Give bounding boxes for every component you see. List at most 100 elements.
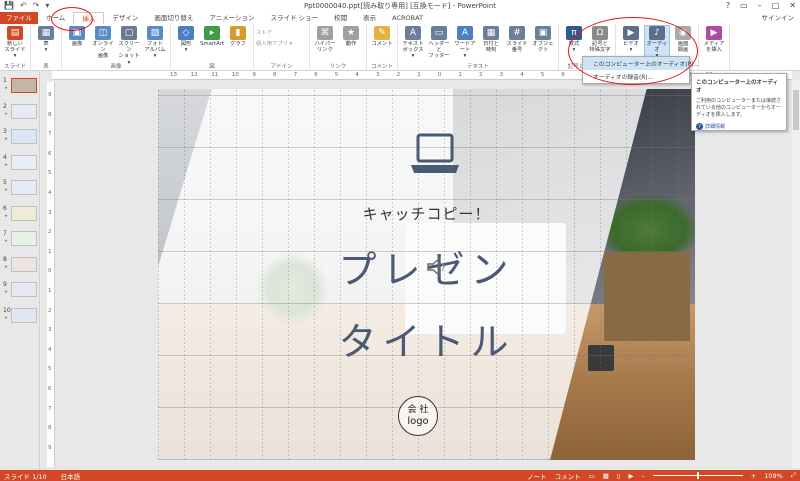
slide-thumbnail-8[interactable] — [11, 256, 37, 272]
slide-thumbnail-3[interactable] — [11, 129, 37, 144]
tab-8[interactable]: 表示 — [355, 12, 384, 24]
tab-6[interactable]: スライド ショー — [263, 12, 327, 24]
ribbon-group-1: ▦ 表 ▾ 表 — [31, 24, 62, 71]
fit-slide-icon[interactable]: ⤢ — [791, 471, 796, 480]
reading-view-icon[interactable]: ▯ — [617, 472, 621, 480]
insert-media-button[interactable]: ▶ メディア を挿入 — [702, 26, 726, 53]
audio-button[interactable]: ♪オーディオ ▾ — [644, 25, 670, 61]
signin-link[interactable]: サインイン — [762, 12, 795, 24]
zoom-level[interactable]: 109% — [764, 472, 783, 480]
close-icon[interactable]: ✕ — [789, 0, 796, 12]
addin-item-0[interactable]: ストア — [256, 28, 292, 36]
thumbnail-number: 10 — [3, 306, 11, 314]
tooltip-more-link[interactable]: ? 詳細情報 — [696, 123, 782, 130]
undo-icon[interactable]: ↶ — [20, 0, 27, 12]
presentation-title-line2[interactable]: タイトル — [158, 311, 695, 366]
new-slide-button[interactable]: ▤ 新しい スライド ▾ — [3, 26, 27, 60]
addins-list: ストア個人用アプリ ▾ — [256, 26, 292, 47]
company-logo-placeholder[interactable]: 会 社 logo — [398, 396, 438, 436]
online-picture-button[interactable]: ◫ オンライン 画像 — [91, 26, 115, 60]
insert-media-icon: ▶ — [706, 26, 722, 40]
chart-button[interactable]: ▮ グラフ — [226, 26, 250, 47]
shapes-button[interactable]: ◇ 図形 ▾ — [174, 26, 198, 53]
wordart-button[interactable]: A ワードアート ▾ — [453, 26, 477, 60]
transition-star-icon: ★ — [4, 137, 9, 142]
zoom-out-icon[interactable]: – — [642, 472, 645, 480]
tab-5[interactable]: アニメーション — [201, 12, 262, 24]
screenshot-button[interactable]: ▢ スクリーン ショット ▾ — [117, 26, 141, 66]
laptop-icon[interactable] — [410, 133, 460, 175]
table-button[interactable]: ▦ 表 ▾ — [34, 26, 58, 53]
slideshow-icon[interactable]: ▶ — [629, 472, 634, 480]
audio-dropdown-menu: このコンピューター上のオーディオ(P)... オーディオの録音(R)... — [582, 56, 699, 84]
addin-item-1[interactable]: 個人用アプリ ▾ — [256, 39, 292, 47]
scrollbar-thumb[interactable] — [793, 90, 799, 130]
slide-number-icon: # — [509, 26, 525, 40]
photo-album-button[interactable]: ▨ フォト アルバム ▾ — [143, 26, 167, 60]
minimize-icon[interactable]: – — [758, 0, 762, 12]
ribbon-display-icon[interactable]: ▭ — [740, 0, 748, 12]
comment-button[interactable]: ✎ コメント — [370, 26, 394, 47]
slide-number-button[interactable]: # スライド番号 — [505, 26, 529, 53]
tab-0[interactable]: ファイル — [0, 12, 38, 24]
symbol-icon: Ω — [592, 26, 608, 40]
slide-canvas[interactable]: キャッチコピー！ プレゼン タイトル 会 社 logo — [158, 89, 695, 460]
equation-button[interactable]: π 数式 ▾ — [562, 26, 586, 53]
qat-customize-icon[interactable]: ▾ — [45, 0, 49, 12]
slide-thumbnail-1[interactable] — [11, 78, 37, 93]
maximize-icon[interactable]: □ — [772, 0, 780, 12]
save-icon[interactable]: 💾 — [4, 0, 14, 12]
action-button[interactable]: ★ 動作 — [339, 26, 363, 47]
ribbon-button-label: 画面 録画 — [677, 41, 689, 54]
catch-copy-text[interactable]: キャッチコピー！ — [158, 203, 695, 224]
screen-recording-button[interactable]: ◉ 画面 録画 — [671, 26, 695, 53]
slide-thumbnail-4[interactable] — [11, 154, 37, 170]
ruler-tick-label: 7 — [293, 72, 298, 78]
slide-thumbnail-6[interactable] — [11, 205, 37, 221]
zoom-slider[interactable] — [652, 472, 743, 479]
slide-thumbnail-2[interactable] — [11, 103, 37, 119]
redo-icon[interactable]: ↷ — [33, 0, 40, 12]
ruler-tick-label: 6 — [314, 72, 318, 78]
slide-thumbnail-7[interactable] — [11, 231, 37, 246]
help-icon[interactable]: ? — [726, 0, 730, 12]
tab-9[interactable]: ACROBAT — [384, 12, 431, 24]
thumbnail-number: 1 — [3, 77, 7, 84]
tab-7[interactable]: 校閲 — [326, 12, 355, 24]
object-icon: ▣ — [535, 26, 551, 40]
ribbon-group-4: ストア 個人用アプリ ▾ アドイン — [254, 24, 310, 71]
ribbon-tabs: ファイル ホーム 挿入 デザイン 画面切り替え アニメーション スライド ショー 校閲 表示 AC… — [0, 12, 800, 24]
tooltip-more-label: 詳細情報 — [705, 124, 726, 130]
tab-4[interactable]: 画面切り替え — [146, 12, 201, 24]
comments-button[interactable]: コメント — [555, 471, 581, 481]
ruler-tick-label: 1 — [417, 72, 421, 78]
notes-button[interactable]: ノート — [527, 471, 547, 481]
object-button[interactable]: ▣ オブジェクト — [531, 26, 555, 53]
ribbon-group-6: ✎ コメント コメント — [367, 24, 398, 71]
tab-1[interactable]: ホーム — [38, 12, 73, 24]
tab-2[interactable]: 挿入 — [73, 12, 105, 24]
slide-thumbnail-5[interactable] — [11, 180, 37, 195]
video-button[interactable]: ▶ ビデオ ▾ — [619, 26, 643, 53]
ruler-tick-label: 3 — [376, 72, 380, 78]
audio-from-computer-item[interactable]: このコンピューター上のオーディオ(P)... — [583, 57, 699, 70]
normal-view-icon[interactable]: ▭ — [589, 472, 595, 480]
slide-thumbnail-10[interactable] — [11, 307, 37, 323]
tab-3[interactable]: デザイン — [104, 12, 146, 24]
slide-thumbnail-9[interactable] — [11, 282, 37, 297]
picture-button[interactable]: ▣ 画像 — [65, 26, 89, 47]
record-audio-item[interactable]: オーディオの録音(R)... — [583, 70, 689, 83]
slide-sorter-icon[interactable]: ▦ — [603, 472, 609, 480]
ruler-tick-label: 5 — [540, 72, 545, 78]
header-footer-button[interactable]: ▭ ヘッダーと フッター — [427, 26, 451, 60]
language-indicator[interactable]: 日本語 — [61, 471, 81, 481]
smartart-button[interactable]: ▸ SmartArt — [200, 26, 224, 47]
speaker-icon[interactable] — [426, 257, 450, 277]
date-time-button[interactable]: ▦ 日付と 時刻 — [479, 26, 503, 53]
ribbon-group-label: リンク — [329, 64, 347, 70]
symbol-button[interactable]: Ω 記号と 特殊文字 — [588, 26, 612, 53]
vertical-scrollbar[interactable] — [792, 80, 800, 468]
zoom-in-icon[interactable]: + — [751, 472, 756, 480]
textbox-button[interactable]: A テキスト ボックス ▾ — [401, 26, 425, 60]
hyperlink-button[interactable]: ⌘ ハイパーリンク — [313, 26, 337, 53]
